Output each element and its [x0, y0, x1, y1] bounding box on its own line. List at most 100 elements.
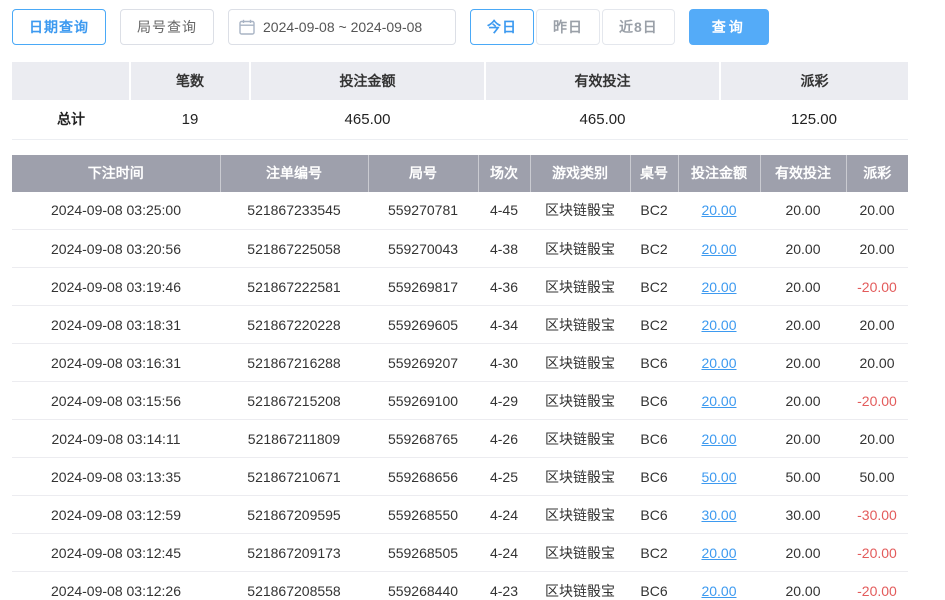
valid-bet-cell: 20.00 — [760, 382, 846, 420]
table-number-cell: BC2 — [630, 306, 678, 344]
bet-time-cell: 2024-09-08 03:18:31 — [12, 306, 220, 344]
bet-id-cell: 521867209173 — [220, 534, 368, 572]
bet-amount-link[interactable]: 20.00 — [701, 545, 736, 561]
summary-header-bet-amount: 投注金额 — [250, 62, 485, 100]
round-number-cell: 559269100 — [368, 382, 478, 420]
session-cell: 4-38 — [478, 230, 530, 268]
bet-amount-cell: 20.00 — [678, 268, 760, 306]
query-toolbar: 日期查询 局号查询 2024-09-08 ~ 2024-09-08 今日 昨日 … — [0, 0, 945, 54]
calendar-icon — [239, 19, 255, 35]
bet-id-cell: 521867210671 — [220, 458, 368, 496]
bet-time-cell: 2024-09-08 03:16:31 — [12, 344, 220, 382]
valid-bet-cell: 20.00 — [760, 534, 846, 572]
payout-cell: -20.00 — [846, 268, 908, 306]
bet-amount-cell: 20.00 — [678, 192, 760, 230]
valid-bet-cell: 20.00 — [760, 420, 846, 458]
bet-amount-link[interactable]: 20.00 — [701, 317, 736, 333]
valid-bet-cell: 50.00 — [760, 458, 846, 496]
table-row: 2024-09-08 03:12:59521867209595559268550… — [12, 496, 908, 534]
header-bet-amount: 投注金额 — [678, 155, 760, 192]
date-range-input[interactable]: 2024-09-08 ~ 2024-09-08 — [228, 9, 456, 45]
table-number-cell: BC2 — [630, 534, 678, 572]
table-row: 2024-09-08 03:13:35521867210671559268656… — [12, 458, 908, 496]
game-type-cell: 区块链骰宝 — [530, 382, 630, 420]
round-query-tab-button[interactable]: 局号查询 — [120, 9, 214, 45]
bet-id-cell: 521867216288 — [220, 344, 368, 382]
search-button[interactable]: 查询 — [689, 9, 769, 45]
payout-cell: 20.00 — [846, 306, 908, 344]
yesterday-button[interactable]: 昨日 — [536, 9, 600, 45]
summary-header-empty — [12, 62, 130, 100]
bet-amount-link[interactable]: 20.00 — [701, 279, 736, 295]
bet-amount-link[interactable]: 50.00 — [701, 469, 736, 485]
bet-amount-link[interactable]: 20.00 — [701, 241, 736, 257]
game-type-cell: 区块链骰宝 — [530, 230, 630, 268]
valid-bet-cell: 20.00 — [760, 344, 846, 382]
session-cell: 4-25 — [478, 458, 530, 496]
bet-amount-link[interactable]: 20.00 — [701, 583, 736, 599]
summary-total-valid-bet: 465.00 — [485, 100, 720, 139]
summary-total-label: 总计 — [12, 100, 130, 139]
game-type-cell: 区块链骰宝 — [530, 534, 630, 572]
game-type-cell: 区块链骰宝 — [530, 496, 630, 534]
summary-header-row: 笔数 投注金额 有效投注 派彩 — [12, 62, 908, 100]
table-row: 2024-09-08 03:18:31521867220228559269605… — [12, 306, 908, 344]
bet-id-cell: 521867222581 — [220, 268, 368, 306]
round-number-cell: 559269817 — [368, 268, 478, 306]
payout-cell: 20.00 — [846, 420, 908, 458]
bet-time-cell: 2024-09-08 03:12:45 — [12, 534, 220, 572]
header-payout: 派彩 — [846, 155, 908, 192]
payout-cell: -20.00 — [846, 534, 908, 572]
bet-id-cell: 521867208558 — [220, 572, 368, 600]
bet-amount-cell: 20.00 — [678, 420, 760, 458]
table-row: 2024-09-08 03:16:31521867216288559269207… — [12, 344, 908, 382]
table-number-cell: BC6 — [630, 382, 678, 420]
session-cell: 4-29 — [478, 382, 530, 420]
payout-cell: 20.00 — [846, 344, 908, 382]
bet-time-cell: 2024-09-08 03:12:26 — [12, 572, 220, 600]
valid-bet-cell: 20.00 — [760, 268, 846, 306]
bet-amount-link[interactable]: 20.00 — [701, 355, 736, 371]
table-row: 2024-09-08 03:19:46521867222581559269817… — [12, 268, 908, 306]
bet-time-cell: 2024-09-08 03:20:56 — [12, 230, 220, 268]
payout-cell: 50.00 — [846, 458, 908, 496]
date-query-tab-button[interactable]: 日期查询 — [12, 9, 106, 45]
bet-amount-link[interactable]: 20.00 — [701, 202, 736, 218]
bet-time-cell: 2024-09-08 03:15:56 — [12, 382, 220, 420]
header-bet-id: 注单编号 — [220, 155, 368, 192]
bet-amount-cell: 20.00 — [678, 534, 760, 572]
table-number-cell: BC6 — [630, 344, 678, 382]
payout-cell: 20.00 — [846, 230, 908, 268]
valid-bet-cell: 20.00 — [760, 192, 846, 230]
valid-bet-cell: 20.00 — [760, 230, 846, 268]
table-row: 2024-09-08 03:14:11521867211809559268765… — [12, 420, 908, 458]
round-number-cell: 559268550 — [368, 496, 478, 534]
table-number-cell: BC2 — [630, 268, 678, 306]
bet-amount-link[interactable]: 20.00 — [701, 431, 736, 447]
table-number-cell: BC6 — [630, 420, 678, 458]
payout-cell: -20.00 — [846, 382, 908, 420]
session-cell: 4-23 — [478, 572, 530, 600]
payout-cell: 20.00 — [846, 192, 908, 230]
payout-cell: -30.00 — [846, 496, 908, 534]
last-8-days-button[interactable]: 近8日 — [602, 9, 675, 45]
summary-total-bet-amount: 465.00 — [250, 100, 485, 139]
game-type-cell: 区块链骰宝 — [530, 420, 630, 458]
summary-table: 笔数 投注金额 有效投注 派彩 总计 19 465.00 465.00 125.… — [12, 62, 908, 140]
date-range-value: 2024-09-08 ~ 2024-09-08 — [263, 19, 422, 35]
today-button[interactable]: 今日 — [470, 9, 534, 45]
round-number-cell: 559270781 — [368, 192, 478, 230]
table-number-cell: BC2 — [630, 230, 678, 268]
bet-amount-link[interactable]: 20.00 — [701, 393, 736, 409]
summary-header-payout: 派彩 — [720, 62, 908, 100]
header-game-type: 游戏类别 — [530, 155, 630, 192]
game-type-cell: 区块链骰宝 — [530, 268, 630, 306]
bet-amount-link[interactable]: 30.00 — [701, 507, 736, 523]
bet-records-table: 下注时间 注单编号 局号 场次 游戏类别 桌号 投注金额 有效投注 派彩 202… — [12, 155, 908, 600]
bet-time-cell: 2024-09-08 03:14:11 — [12, 420, 220, 458]
header-session: 场次 — [478, 155, 530, 192]
bet-id-cell: 521867225058 — [220, 230, 368, 268]
bet-amount-cell: 20.00 — [678, 306, 760, 344]
game-type-cell: 区块链骰宝 — [530, 344, 630, 382]
table-row: 2024-09-08 03:25:00521867233545559270781… — [12, 192, 908, 230]
